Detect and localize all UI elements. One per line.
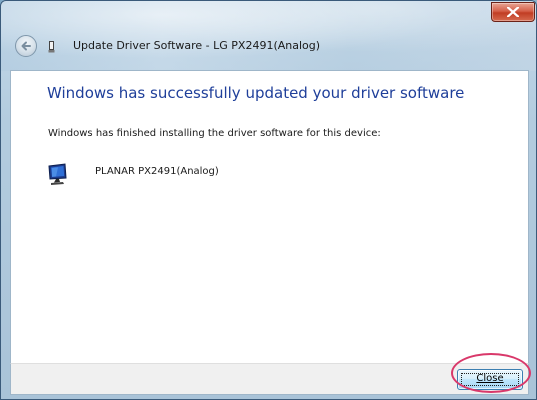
back-arrow-icon (21, 41, 31, 51)
footer-bar: Close (10, 363, 529, 395)
close-icon (507, 7, 519, 17)
window-close-button[interactable] (491, 2, 535, 22)
close-button-label: Close (476, 373, 504, 384)
window-title: Update Driver Software - LG PX2491(Analo… (73, 39, 321, 52)
monitor-icon (48, 163, 67, 185)
main-heading: Windows has successfully updated your dr… (47, 84, 465, 102)
content-panel: Windows has successfully updated your dr… (10, 70, 529, 363)
dialog-window: Update Driver Software - LG PX2491(Analo… (0, 0, 537, 400)
wizard-icon (48, 41, 55, 53)
close-button[interactable]: Close (457, 369, 523, 390)
back-button[interactable] (15, 35, 37, 57)
description-text: Windows has finished installing the driv… (48, 128, 381, 139)
title-bar (1, 1, 536, 31)
device-name: PLANAR PX2491(Analog) (95, 166, 219, 177)
